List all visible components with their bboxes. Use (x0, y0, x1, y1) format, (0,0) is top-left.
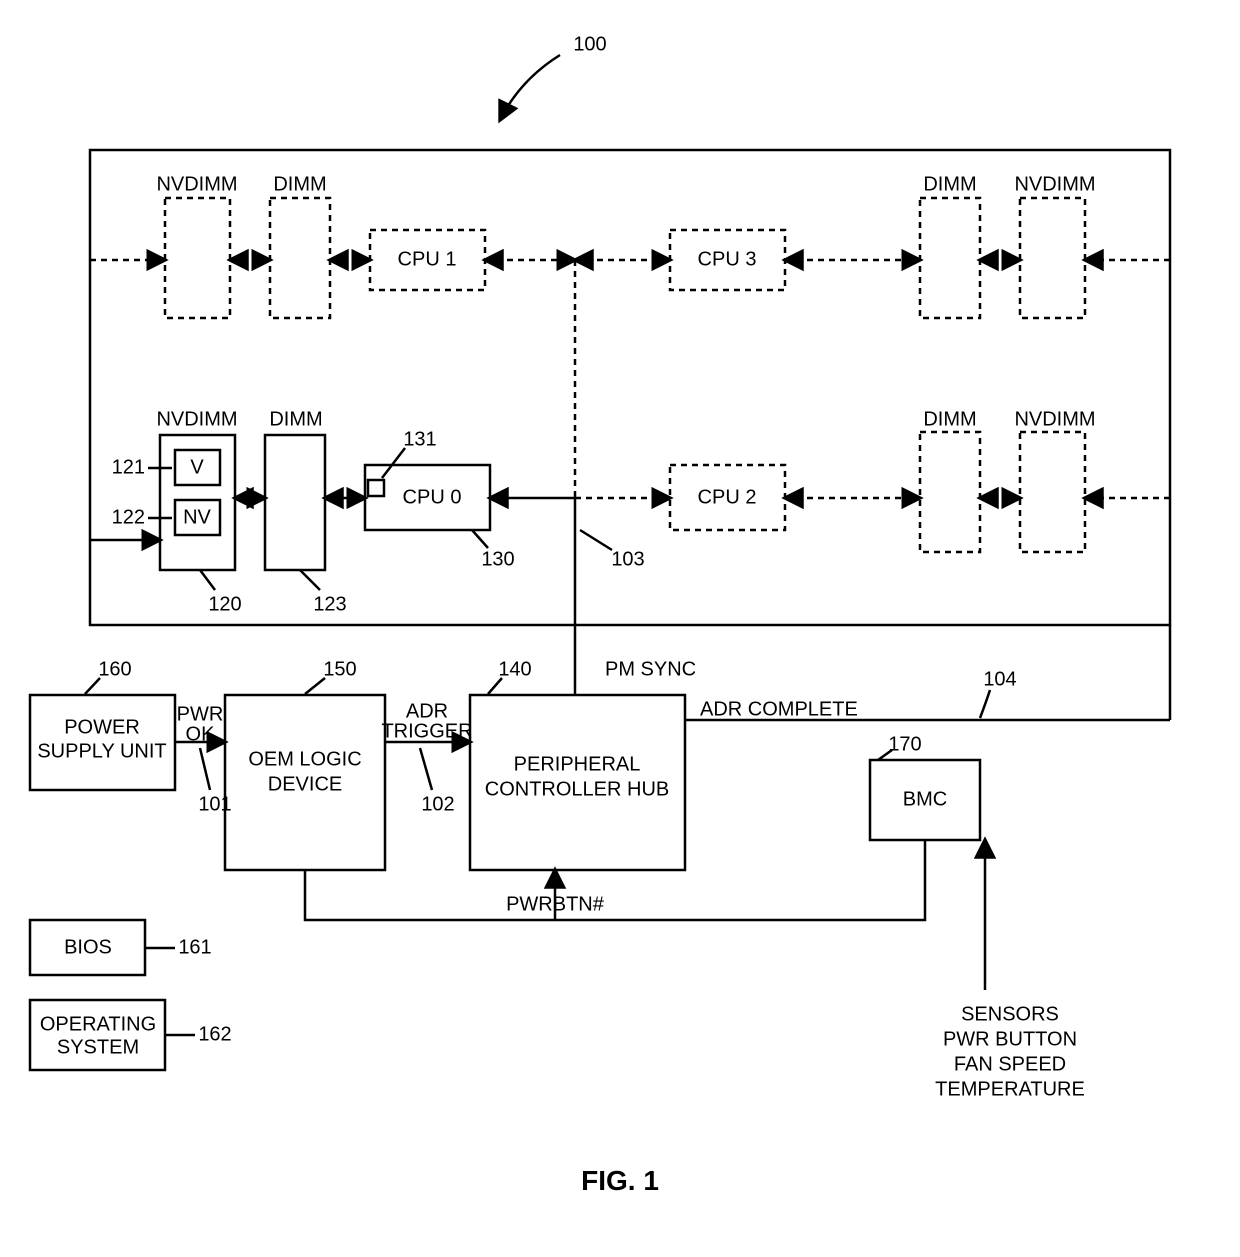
label-pch-2: CONTROLLER HUB (485, 778, 669, 800)
ref-103: 103 (611, 548, 644, 570)
label-adr-trigger-2: TRIGGER (381, 720, 472, 742)
figure-diagram: 100 NVDIMM DIMM CPU 1 CPU 3 DIMM NVDIMM … (0, 0, 1240, 1257)
label-sensors-1: PWR BUTTON (943, 1028, 1077, 1050)
leader-160 (85, 678, 100, 694)
label-dimm-br: DIMM (923, 408, 976, 430)
label-adr-trigger-1: ADR (406, 700, 448, 722)
label-nv: NV (183, 506, 211, 528)
label-adr-complete: ADR COMPLETE (700, 698, 858, 720)
ref-123: 123 (313, 593, 346, 615)
label-cpu0: CPU 0 (403, 486, 462, 508)
label-bmc: BMC (903, 788, 947, 810)
block-dimm-br (920, 432, 980, 552)
ref-162: 162 (198, 1023, 231, 1045)
block-nvdimm-br (1020, 432, 1085, 552)
ref-122: 122 (112, 506, 145, 528)
label-nvdimm-bl: NVDIMM (156, 408, 237, 430)
leader-130 (472, 530, 488, 548)
label-cpu3: CPU 3 (698, 248, 757, 270)
block-nvdimm-tl (165, 198, 230, 318)
block-dimm-tr (920, 198, 980, 318)
label-oem-1: OEM LOGIC (248, 748, 361, 770)
label-pwrok-1: PWR (177, 703, 224, 725)
leader-120 (200, 570, 215, 590)
figure-caption: FIG. 1 (581, 1165, 659, 1196)
label-bios: BIOS (64, 936, 112, 958)
ref-161: 161 (178, 936, 211, 958)
ref-102: 102 (421, 793, 454, 815)
label-os-1: OPERATING (40, 1013, 156, 1035)
leader-101 (200, 748, 210, 790)
label-sensors-3: TEMPERATURE (935, 1078, 1085, 1100)
label-psu-1: POWER (64, 716, 140, 738)
ref-140: 140 (498, 658, 531, 680)
ref-104: 104 (983, 668, 1016, 690)
ref-100-arrow (500, 55, 560, 120)
ref-170: 170 (888, 733, 921, 755)
leader-104 (980, 690, 990, 718)
label-pm-sync: PM SYNC (605, 658, 696, 680)
block-dimm-bl (265, 435, 325, 570)
ref-130: 130 (481, 548, 514, 570)
label-nvdimm-tr: NVDIMM (1014, 173, 1095, 195)
label-os-2: SYSTEM (57, 1036, 139, 1058)
label-dimm-bl: DIMM (269, 408, 322, 430)
leader-103 (580, 530, 612, 550)
label-nvdimm-br: NVDIMM (1014, 408, 1095, 430)
leader-123 (300, 570, 320, 590)
ref-150: 150 (323, 658, 356, 680)
label-oem-2: DEVICE (268, 773, 342, 795)
ref-120: 120 (208, 593, 241, 615)
label-psu-2: SUPPLY UNIT (37, 740, 166, 762)
ref-160: 160 (98, 658, 131, 680)
leader-150 (305, 678, 325, 694)
ref-131: 131 (403, 428, 436, 450)
label-sensors-0: SENSORS (961, 1003, 1059, 1025)
label-v: V (190, 456, 204, 478)
label-dimm-tr: DIMM (923, 173, 976, 195)
label-pwrok-2: OK (186, 723, 216, 745)
label-pch-1: PERIPHERAL (514, 753, 641, 775)
label-nvdimm-tl: NVDIMM (156, 173, 237, 195)
leader-102 (420, 748, 432, 790)
label-dimm-tl: DIMM (273, 173, 326, 195)
ref-101: 101 (198, 793, 231, 815)
label-pwrbtn: PWRBTN# (506, 893, 605, 915)
block-nvdimm-tr (1020, 198, 1085, 318)
block-dimm-tl (270, 198, 330, 318)
ref-121: 121 (112, 456, 145, 478)
block-cpu0-cache (368, 480, 384, 496)
label-cpu2: CPU 2 (698, 486, 757, 508)
leader-140 (488, 678, 502, 694)
label-sensors-2: FAN SPEED (954, 1053, 1066, 1075)
label-cpu1: CPU 1 (398, 248, 457, 270)
ref-100: 100 (573, 33, 606, 55)
